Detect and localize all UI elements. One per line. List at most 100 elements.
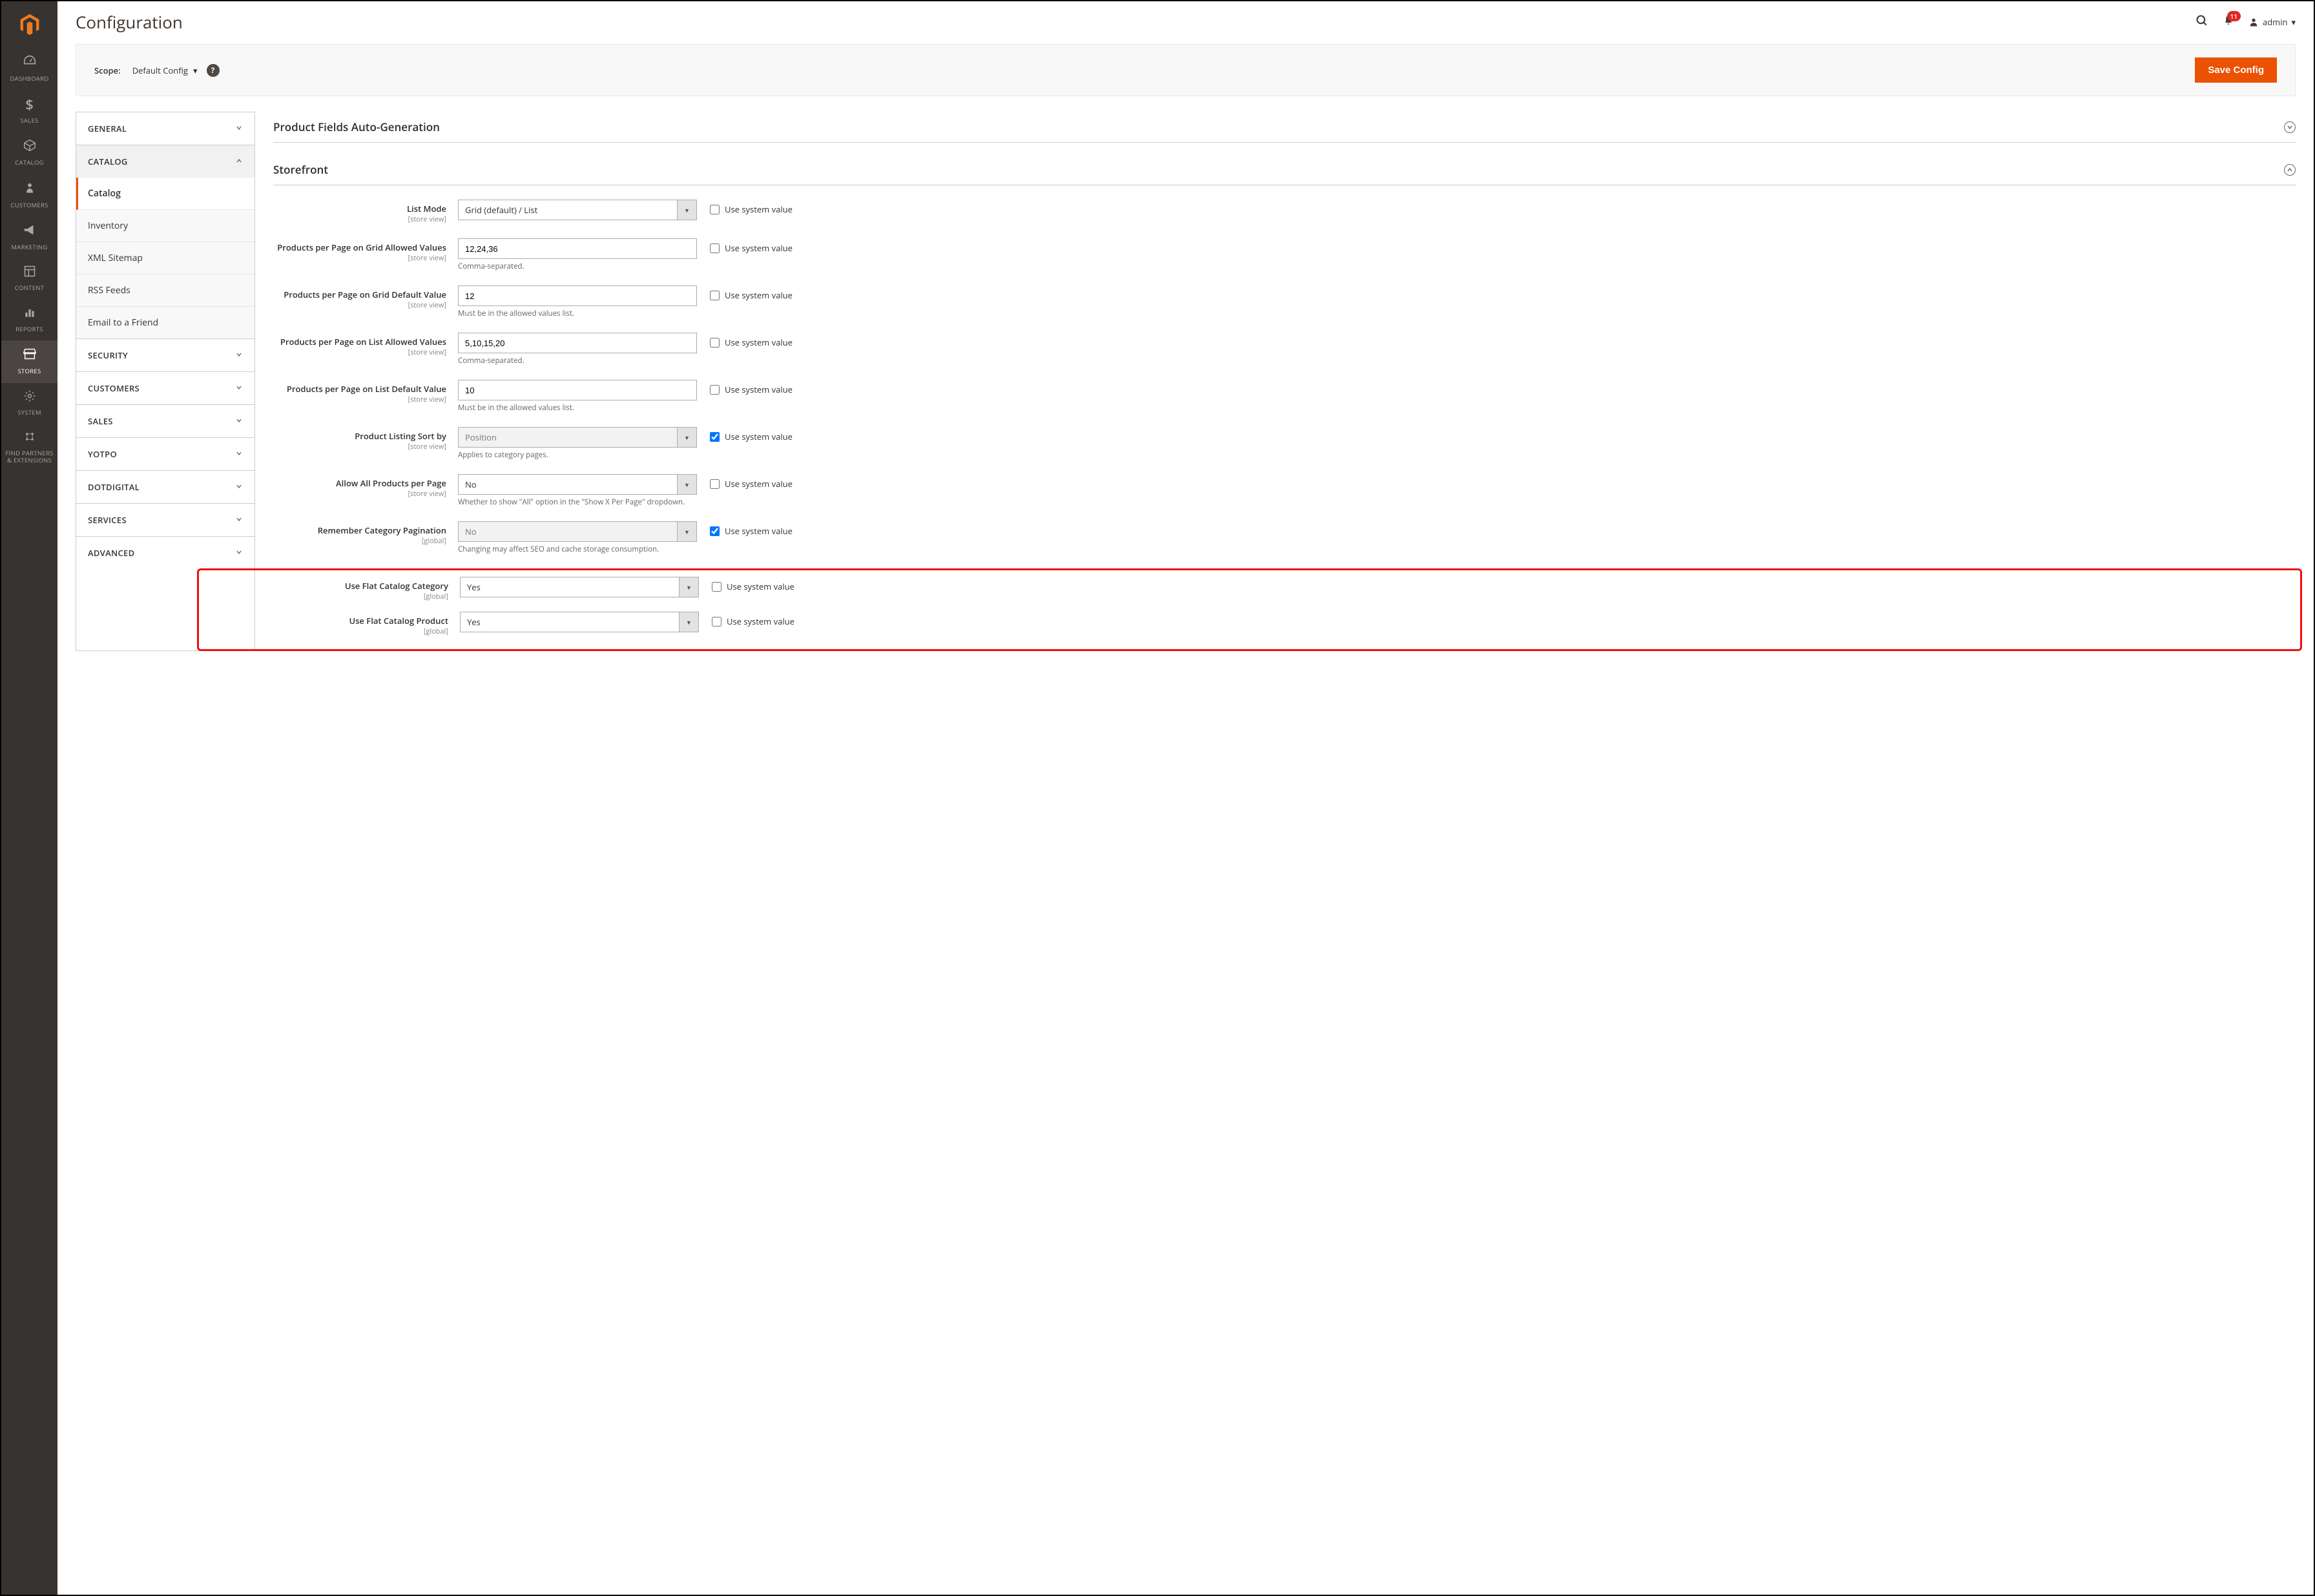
use-system-checkbox[interactable]	[710, 244, 720, 253]
field-scope: [global]	[275, 627, 448, 636]
flat-cat-select[interactable]: Yes▼	[460, 577, 699, 597]
use-system-checkbox[interactable]	[712, 617, 721, 627]
dashboard-icon	[23, 54, 37, 72]
sidebar-item-reports[interactable]: REPORTS	[1, 300, 57, 340]
tab-customers[interactable]: CUSTOMERS	[76, 372, 254, 404]
tab-sub-rss-feeds[interactable]: RSS Feeds	[76, 275, 254, 307]
list-allowed-input[interactable]	[458, 333, 697, 353]
sidebar-item-find[interactable]: FIND PARTNERS & EXTENSIONS	[1, 424, 57, 472]
chevron-down-icon: ▼	[677, 428, 696, 447]
tab-catalog[interactable]: CATALOG	[76, 145, 254, 178]
admin-user-menu[interactable]: admin ▾	[2248, 16, 2296, 28]
list-default-input[interactable]	[458, 380, 697, 400]
field-grid-allowed: Products per Page on Grid Allowed Values…	[273, 238, 2296, 271]
field-note: Changing may affect SEO and cache storag…	[458, 544, 697, 554]
tab-services[interactable]: SERVICES	[76, 504, 254, 536]
use-system-value[interactable]: Use system value	[697, 333, 793, 348]
flat-prod-select[interactable]: Yes▼	[460, 612, 699, 632]
tab-sub-catalog[interactable]: Catalog	[76, 178, 254, 210]
field-label: List Mode	[407, 203, 446, 214]
use-system-value[interactable]: Use system value	[699, 577, 794, 592]
tab-dotdigital[interactable]: DOTDIGITAL	[76, 471, 254, 503]
use-system-checkbox[interactable]	[710, 385, 720, 395]
scope-label: Scope:	[94, 65, 121, 76]
field-label: Products per Page on Grid Default Value	[284, 289, 446, 300]
tab-advanced[interactable]: ADVANCED	[76, 537, 254, 569]
use-system-checkbox[interactable]	[710, 291, 720, 300]
use-system-value[interactable]: Use system value	[697, 474, 793, 490]
field-note: Must be in the allowed values list.	[458, 309, 697, 318]
sidebar-item-marketing[interactable]: MARKETING	[1, 216, 57, 258]
field-remember: Remember Category Pagination[global]No▼C…	[273, 521, 2296, 554]
use-system-value[interactable]: Use system value	[697, 285, 793, 301]
help-icon[interactable]: ?	[207, 64, 220, 77]
config-form: Product Fields Auto-Generation Storefron…	[273, 112, 2296, 651]
section-storefront[interactable]: Storefront	[273, 154, 2296, 185]
grid-allowed-input[interactable]	[458, 238, 697, 259]
tab-label: ADVANCED	[88, 547, 134, 559]
chevron-down-icon: ▼	[677, 200, 696, 220]
main-content: Configuration 11 admin ▾ Scope: Defau	[57, 1, 2314, 1595]
use-system-checkbox[interactable]	[710, 526, 720, 536]
chevron-down-icon	[235, 514, 243, 526]
admin-user-label: admin	[2263, 16, 2287, 28]
magento-logo[interactable]	[1, 1, 57, 48]
use-system-value[interactable]: Use system value	[697, 238, 793, 254]
tab-label: SERVICES	[88, 514, 127, 526]
save-config-button[interactable]: Save Config	[2195, 57, 2277, 83]
sidebar-item-system[interactable]: SYSTEM	[1, 383, 57, 424]
use-system-checkbox[interactable]	[710, 338, 720, 347]
use-system-value[interactable]: Use system value	[699, 612, 794, 627]
scope-select[interactable]: Default Config ▾	[132, 65, 198, 76]
page-header: Configuration 11 admin ▾	[57, 1, 2314, 39]
tab-security[interactable]: SECURITY	[76, 339, 254, 371]
field-flat-prod: Use Flat Catalog Product[global]Yes▼Use …	[275, 612, 2294, 636]
admin-sidebar: DASHBOARD$SALES CATALOG CUSTOMERS MARKETING…	[1, 1, 57, 1595]
use-system-checkbox[interactable]	[712, 582, 721, 592]
sidebar-item-catalog[interactable]: CATALOG	[1, 132, 57, 174]
sidebar-item-customers[interactable]: CUSTOMERS	[1, 174, 57, 216]
tab-sub-inventory[interactable]: Inventory	[76, 210, 254, 242]
tab-label: YOTPO	[88, 448, 117, 460]
field-flat-cat: Use Flat Catalog Category[global]Yes▼Use…	[275, 577, 2294, 601]
use-system-label: Use system value	[725, 203, 793, 215]
sidebar-item-label: STORES	[18, 368, 41, 375]
allow-all-select[interactable]: No▼	[458, 474, 697, 495]
sidebar-item-label: SYSTEM	[17, 409, 41, 416]
use-system-value[interactable]: Use system value	[697, 427, 793, 442]
field-label: Products per Page on List Allowed Values	[280, 336, 446, 347]
use-system-label: Use system value	[725, 289, 793, 301]
customers-icon	[23, 181, 36, 198]
use-system-label: Use system value	[725, 242, 793, 254]
use-system-value[interactable]: Use system value	[697, 200, 793, 215]
sidebar-item-label: CATALOG	[15, 159, 44, 166]
tab-sub-xml-sitemap[interactable]: XML Sitemap	[76, 242, 254, 275]
remember-select: No▼	[458, 521, 697, 542]
tab-sales[interactable]: SALES	[76, 405, 254, 437]
section-product-fields-auto-generation[interactable]: Product Fields Auto-Generation	[273, 112, 2296, 143]
use-system-checkbox[interactable]	[710, 432, 720, 442]
sidebar-item-content[interactable]: CONTENT	[1, 258, 57, 299]
use-system-checkbox[interactable]	[710, 205, 720, 214]
field-scope: [store view]	[273, 214, 446, 224]
tab-label: GENERAL	[88, 123, 127, 134]
notifications-icon[interactable]: 11	[2223, 15, 2234, 29]
tab-yotpo[interactable]: YOTPO	[76, 438, 254, 470]
select-value: Yes	[467, 616, 481, 628]
chevron-down-icon: ▼	[677, 522, 696, 541]
field-list-allowed: Products per Page on List Allowed Values…	[273, 333, 2296, 366]
grid-default-input[interactable]	[458, 285, 697, 306]
sidebar-item-stores[interactable]: STORES	[1, 340, 57, 382]
use-system-value[interactable]: Use system value	[697, 521, 793, 537]
use-system-value[interactable]: Use system value	[697, 380, 793, 395]
field-note: Applies to category pages.	[458, 450, 697, 460]
use-system-checkbox[interactable]	[710, 479, 720, 489]
sidebar-item-sales[interactable]: $SALES	[1, 90, 57, 132]
list-mode-select[interactable]: Grid (default) / List▼	[458, 200, 697, 220]
field-label: Products per Page on List Default Value	[287, 383, 446, 395]
tab-sub-email-to-a-friend[interactable]: Email to a Friend	[76, 307, 254, 338]
sidebar-item-dashboard[interactable]: DASHBOARD	[1, 48, 57, 90]
sidebar-item-label: MARKETING	[11, 244, 47, 251]
tab-general[interactable]: GENERAL	[76, 112, 254, 145]
search-icon[interactable]	[2196, 14, 2208, 30]
